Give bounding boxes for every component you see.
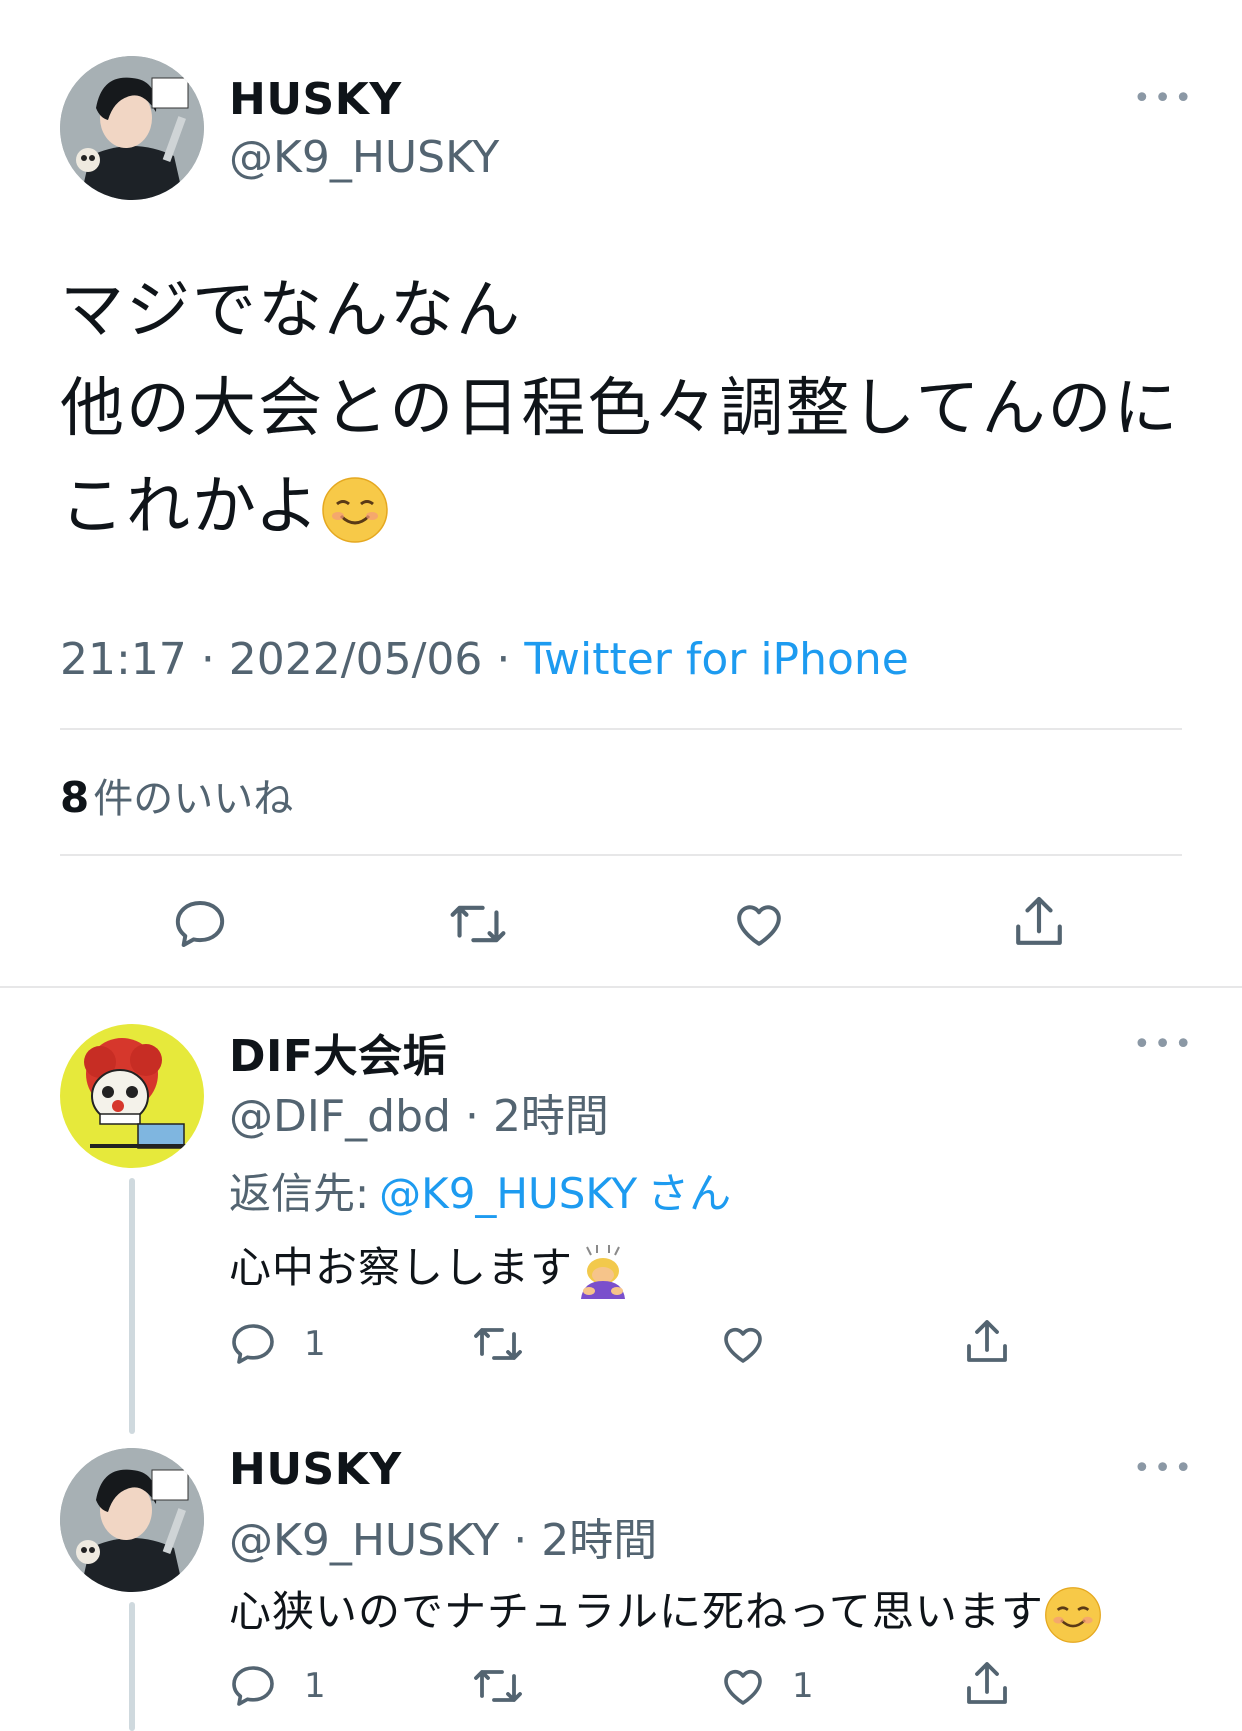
author-name[interactable]: DIF大会垢 <box>229 1020 447 1084</box>
tweet-date: 2022/05/06 <box>228 634 483 685</box>
likes-summary[interactable]: 8 件のいいね <box>60 766 293 824</box>
avatar-dif[interactable] <box>60 1024 204 1168</box>
reply-icon[interactable] <box>229 1320 277 1368</box>
tweet-time: 21:17 <box>60 634 187 685</box>
tweet-source-link[interactable]: Twitter for iPhone <box>524 634 908 685</box>
more-options-icon[interactable]: ••• <box>1133 1454 1195 1484</box>
thread-line <box>129 1178 135 1434</box>
share-icon[interactable] <box>962 1658 1012 1710</box>
reply-text-content: 心狭いのでナチュラルに死ねって思います <box>229 1587 1044 1636</box>
reply-icon[interactable] <box>172 896 228 952</box>
separator-dot: · <box>450 1091 493 1142</box>
person-bowing-icon <box>581 1244 626 1299</box>
replying-to: 返信先: @K9_HUSKY さん <box>229 1160 731 1221</box>
separator-dot: · <box>496 634 525 685</box>
tweet-text-line: これかよ <box>60 458 1179 556</box>
tweet-text-line: マジでなんなん <box>60 274 522 348</box>
reply-text-content: 心中お察しします <box>229 1243 574 1292</box>
like-icon[interactable] <box>730 896 788 952</box>
replying-to-handle[interactable]: @K9_HUSKY <box>379 1169 637 1218</box>
share-icon[interactable] <box>1010 892 1068 952</box>
more-options-icon[interactable]: ••• <box>1133 84 1195 114</box>
tweet-text: マジでなんなん 他の大会との日程色々調整してんのに これかよ <box>60 262 1179 556</box>
reply-icon[interactable] <box>229 1662 277 1710</box>
divider <box>60 854 1182 856</box>
tweet-text-line: 他の大会との日程色々調整してんのに <box>60 372 1180 446</box>
reply-time: 2時間 <box>492 1091 609 1142</box>
reply-header: @DIF_dbd · 2時間 <box>229 1080 609 1144</box>
divider <box>60 728 1182 730</box>
smiling-face-icon <box>1044 1586 1101 1643</box>
author-name[interactable]: HUSKY <box>229 74 402 125</box>
tweet-text-line-content: これかよ <box>60 470 321 544</box>
reply-time: 2時間 <box>541 1515 658 1566</box>
retweet-icon[interactable] <box>472 1662 524 1710</box>
reply-count: 1 <box>304 1324 326 1364</box>
likes-label: 件のいいね <box>93 776 294 822</box>
reply-count: 1 <box>304 1666 326 1706</box>
tweet-meta: 21:17 · 2022/05/06 · Twitter for iPhone <box>60 634 909 685</box>
thread-line <box>129 1602 135 1731</box>
likes-count: 8 <box>60 773 90 822</box>
retweet-icon[interactable] <box>472 1320 524 1368</box>
share-icon[interactable] <box>962 1316 1012 1368</box>
separator-dot: · <box>499 1515 542 1566</box>
author-name[interactable]: HUSKY <box>229 1444 402 1495</box>
smiling-face-icon <box>322 477 388 544</box>
reply-text: 心狭いのでナチュラルに死ねって思います <box>229 1578 1102 1644</box>
like-icon[interactable] <box>718 1320 768 1368</box>
replying-to-suffix: さん <box>647 1169 732 1218</box>
reply-header: @K9_HUSKY · 2時間 <box>229 1504 657 1568</box>
divider <box>0 986 1242 988</box>
like-count: 1 <box>792 1666 814 1706</box>
avatar-husky[interactable] <box>60 1448 204 1592</box>
separator-dot: · <box>200 634 229 685</box>
like-icon[interactable] <box>718 1662 768 1710</box>
more-options-icon[interactable]: ••• <box>1133 1030 1195 1060</box>
author-handle[interactable]: @K9_HUSKY <box>229 132 499 183</box>
reply-text: 心中お察しします <box>229 1234 633 1301</box>
replying-to-label: 返信先: <box>229 1169 370 1218</box>
author-handle[interactable]: @DIF_dbd <box>229 1091 451 1142</box>
avatar-husky[interactable] <box>60 56 204 200</box>
author-handle[interactable]: @K9_HUSKY <box>229 1515 499 1566</box>
retweet-icon[interactable] <box>448 896 508 952</box>
